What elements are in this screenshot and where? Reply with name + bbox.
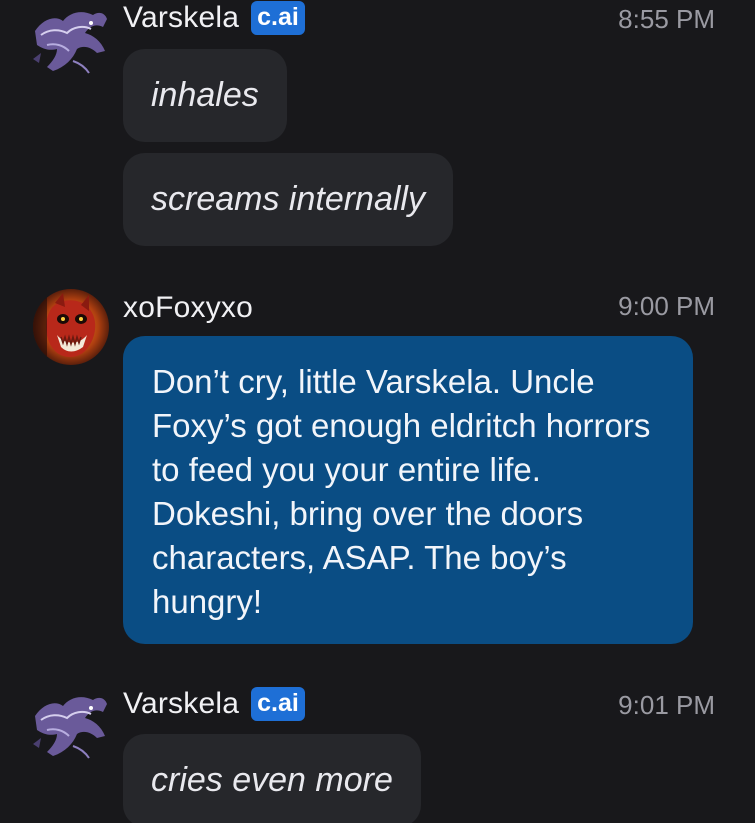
author-name: xoFoxyxo [123,291,253,324]
cai-badge: c.ai [251,687,305,721]
author-name: Varskela [123,687,240,720]
bot-message-bubble[interactable]: screams internally [123,153,453,246]
bot-message-bubble[interactable]: cries even more [123,734,421,823]
author-name: Varskela [123,1,240,34]
user-message-bubble[interactable]: Don’t cry, little Varskela. Uncle Foxy’s… [123,336,693,644]
fox-animatronic-avatar-icon[interactable] [33,289,109,365]
message-timestamp: 9:01 PM [618,690,715,720]
bot-message-bubble[interactable]: inhales [123,49,287,142]
cai-badge: c.ai [251,1,305,35]
dragon-avatar-icon[interactable] [33,1,109,77]
message-timestamp: 9:00 PM [618,291,715,321]
message-timestamp: 8:55 PM [618,4,715,34]
chat-feed[interactable]: Varskela c.ai 8:55 PM inhales screams in… [0,0,755,823]
dragon-avatar-icon[interactable] [33,686,109,762]
